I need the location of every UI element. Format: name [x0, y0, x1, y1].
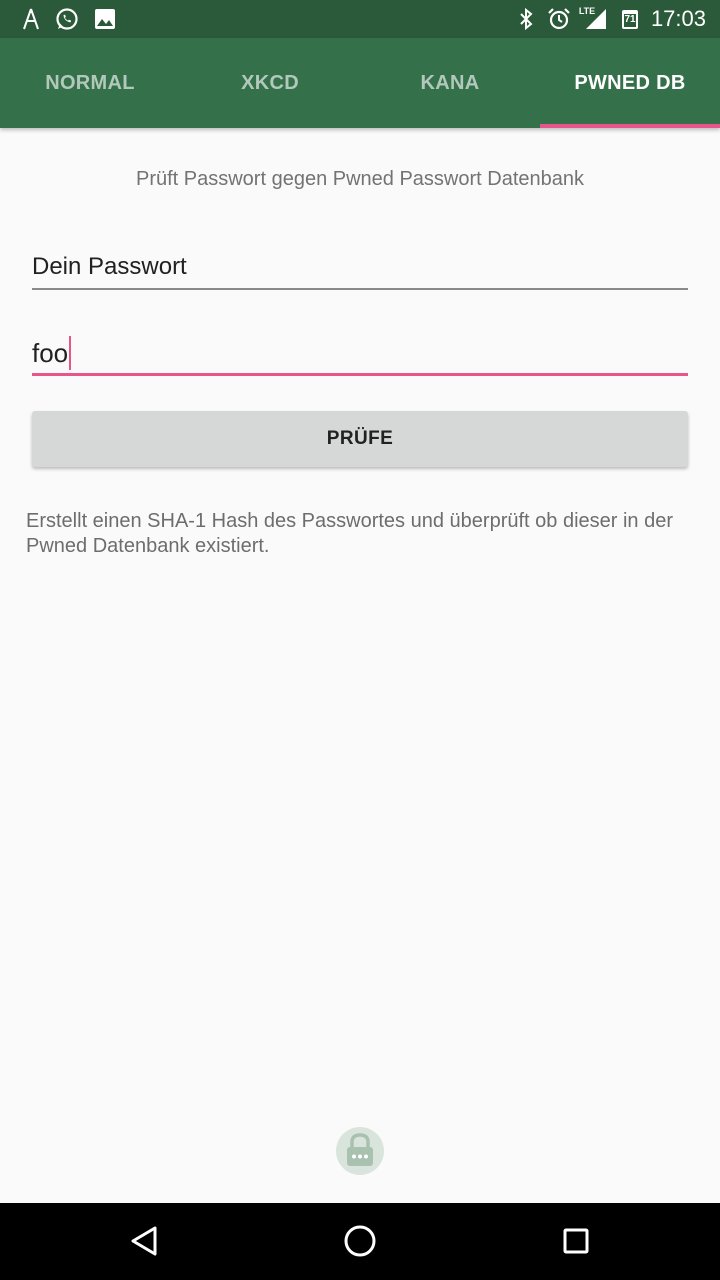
status-time: 17:03 [650, 6, 706, 31]
back-icon[interactable] [124, 1221, 164, 1261]
active-tab-indicator [540, 124, 720, 128]
whatsapp-icon [54, 7, 80, 31]
page-subtitle: Prüft Passwort gegen Pwned Passwort Date… [135, 168, 585, 190]
password-label-field[interactable]: Dein Passwort [32, 253, 187, 281]
password-input-underline [32, 373, 688, 376]
bluetooth-icon [516, 7, 536, 31]
navigation-bar [0, 1203, 720, 1280]
alarm-icon [546, 7, 572, 31]
image-icon [94, 7, 116, 31]
tab-xkcd[interactable]: XKCD [180, 38, 360, 128]
tab-kana[interactable]: KANA [360, 38, 540, 128]
calendar-day-label: 71 [624, 13, 636, 25]
status-bar: LTE 71 17:03 [0, 0, 720, 38]
description-text: Erstellt einen SHA-1 Hash des Passwortes… [26, 510, 674, 557]
password-input-value: foo [32, 337, 69, 368]
text-cursor [69, 336, 72, 370]
check-button[interactable]: PRÜFE [32, 411, 688, 467]
tab-bar: NORMAL XKCD KANA PWNED DB [0, 38, 720, 128]
antenna-icon [20, 7, 42, 31]
home-icon[interactable] [340, 1221, 380, 1261]
field-underline [32, 288, 688, 290]
recents-icon[interactable] [556, 1221, 596, 1261]
network-type-label: LTE [578, 6, 596, 16]
lock-icon [335, 1126, 385, 1176]
tab-pwned-db[interactable]: PWNED DB [540, 38, 720, 128]
tab-normal[interactable]: NORMAL [0, 38, 180, 128]
password-input[interactable]: foo [32, 333, 688, 373]
